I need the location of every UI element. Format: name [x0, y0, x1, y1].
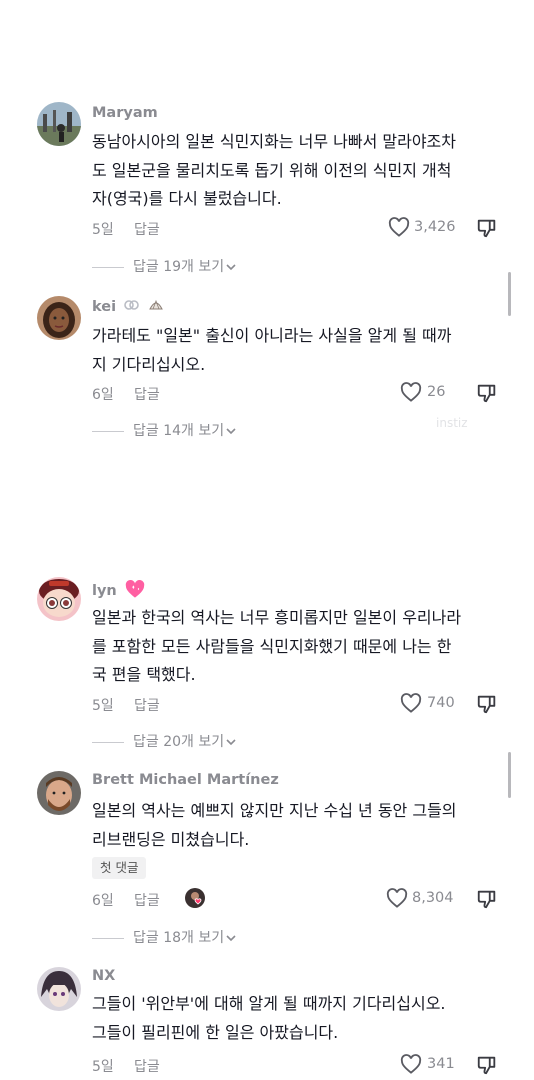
shell-icon — [148, 297, 164, 317]
avatar[interactable] — [37, 102, 81, 146]
avatar-image — [37, 771, 81, 815]
reply-button[interactable]: 답글 — [134, 384, 160, 404]
heart-icon[interactable] — [400, 382, 422, 406]
view-replies-button[interactable]: 답글 19개 보기 — [92, 256, 236, 276]
avatar-image — [37, 296, 81, 340]
chevron-down-icon — [226, 930, 236, 946]
dislike-icon[interactable] — [476, 382, 498, 408]
divider — [92, 937, 124, 939]
creator-liked-icon — [184, 887, 208, 915]
heart-icon[interactable] — [400, 1054, 422, 1078]
comment-line: 가라테도 "일본" 출신이 아니라는 사실을 알게 될 때까 — [92, 326, 452, 345]
chevron-down-icon — [226, 734, 236, 750]
comment-line: 일본의 역사는 예쁘지 않지만 지난 수십 년 동안 그들의 — [92, 801, 457, 820]
heart-icon[interactable] — [386, 888, 408, 912]
heart-icon[interactable] — [400, 693, 422, 717]
divider — [92, 741, 124, 743]
avatar[interactable] — [37, 771, 81, 815]
comment-date: 6일 — [92, 387, 114, 403]
avatar-image — [37, 967, 81, 1011]
comment-line: 자(영국)를 다시 불렀습니다. — [92, 189, 282, 208]
like-count: 3,426 — [414, 219, 456, 235]
comment-text: 동남아시아의 일본 식민지화는 너무 나빠서 말라야조차 도 일본군을 물리치도… — [92, 128, 507, 214]
avatar[interactable] — [37, 296, 81, 340]
comment-date: 5일 — [92, 222, 114, 238]
comment-line: 도 일본군을 물리치도록 돕기 위해 이전의 식민지 개척 — [92, 160, 452, 180]
first-comment-badge: 첫 댓글 — [92, 857, 147, 879]
comment-line: 리브랜딩은 미쳤습니다. — [92, 829, 250, 849]
comment-line: 를 포함한 모든 사람들을 식민지화했기 때문에 나는 한 — [92, 636, 452, 656]
reply-button[interactable]: 답글 — [134, 695, 160, 715]
comment-text: 그들이 '위안부'에 대해 알게 될 때까지 기다리십시오. 그들이 필리핀에 … — [92, 990, 507, 1047]
comment-line: 지 기다리십시오. — [92, 354, 206, 374]
sparkling-heart-icon — [124, 579, 146, 603]
comment-line: 동남아시아의 일본 식민지화는 너무 나빠서 말라야조차 — [92, 132, 456, 151]
username[interactable]: NX — [92, 968, 115, 984]
chevron-down-icon — [226, 259, 236, 275]
chevron-down-icon — [226, 423, 236, 439]
comment-meta: 5일 답글 341 — [92, 1053, 502, 1077]
dislike-icon[interactable] — [476, 217, 498, 243]
like-count: 740 — [427, 695, 455, 711]
avatar-image — [37, 102, 81, 146]
view-replies-button[interactable]: 답글 18개 보기 — [92, 927, 236, 947]
comment-meta: 5일 답글 740 — [92, 692, 502, 716]
view-replies-button[interactable]: 답글 14개 보기 — [92, 420, 236, 440]
like-count: 26 — [427, 384, 446, 400]
divider — [92, 266, 124, 268]
username[interactable]: Maryam — [92, 105, 158, 121]
like-count: 341 — [427, 1056, 455, 1072]
comment-meta: 5일 답글 3,426 — [92, 216, 502, 240]
comment-date: 5일 — [92, 698, 114, 714]
avatar[interactable] — [37, 967, 81, 1011]
dislike-icon[interactable] — [476, 888, 498, 914]
watermark: instiz — [436, 416, 468, 430]
rings-icon — [123, 298, 141, 316]
comment-meta: 6일 답글 8,304 — [92, 887, 502, 911]
comment-text: 일본의 역사는 예쁘지 않지만 지난 수십 년 동안 그들의 리브랜딩은 미쳤습… — [92, 797, 507, 854]
comment-text: 일본과 한국의 역사는 너무 흥미롭지만 일본이 우리나라 를 포함한 모든 사… — [92, 604, 507, 690]
scrollbar[interactable] — [508, 752, 511, 798]
reply-button[interactable]: 답글 — [134, 890, 160, 910]
dislike-icon[interactable] — [476, 693, 498, 719]
dislike-icon[interactable] — [476, 1054, 498, 1080]
comment-line: 국 편을 택했다. — [92, 665, 196, 684]
view-replies-button[interactable]: 답글 20개 보기 — [92, 731, 236, 751]
scrollbar[interactable] — [508, 272, 511, 316]
avatar[interactable] — [37, 577, 81, 621]
comment-text: 가라테도 "일본" 출신이 아니라는 사실을 알게 될 때까 지 기다리십시오. — [92, 322, 507, 379]
comment-line: 그들이 필리핀에 한 일은 아팠습니다. — [92, 1022, 339, 1042]
comment-meta: 6일 답글 26 — [92, 381, 502, 405]
reply-button[interactable]: 답글 — [134, 219, 160, 239]
comment-date: 6일 — [92, 893, 114, 909]
heart-icon[interactable] — [388, 217, 410, 241]
like-count: 8,304 — [412, 890, 454, 906]
comment-line: 그들이 '위안부'에 대해 알게 될 때까지 기다리십시오. — [92, 994, 446, 1013]
divider — [92, 430, 124, 432]
comment-line: 일본과 한국의 역사는 너무 흥미롭지만 일본이 우리나라 — [92, 608, 462, 627]
username[interactable]: Brett Michael Martínez — [92, 772, 279, 788]
username[interactable]: lyn — [92, 579, 146, 603]
comment-date: 5일 — [92, 1059, 114, 1075]
avatar-image — [37, 577, 81, 621]
username[interactable]: kei — [92, 297, 164, 317]
reply-button[interactable]: 답글 — [134, 1056, 160, 1076]
